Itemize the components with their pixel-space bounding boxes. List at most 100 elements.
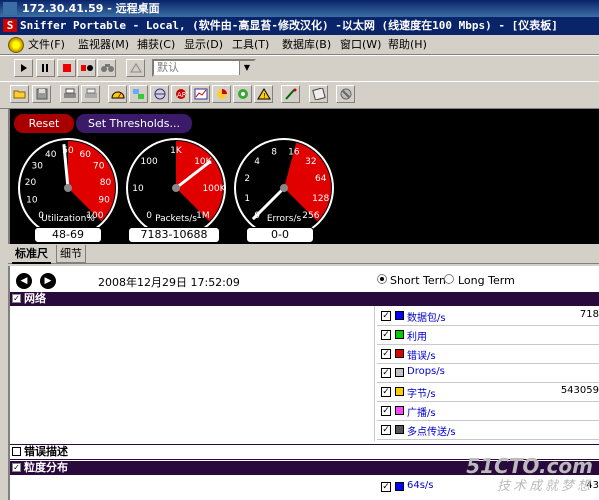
gauge-tick-label: 1M	[196, 211, 210, 221]
row-label: 64s/s	[407, 480, 434, 491]
print-icon[interactable]	[60, 85, 79, 103]
app-titlebar: S Sniffer Portable - Local, (软件由-高显苔-修改汉…	[0, 17, 599, 35]
dashboard-panel: Reset Set Thresholds... 0 10 20 30 40 50 60 70 8…	[8, 109, 599, 244]
checkbox-checked-icon[interactable]: ✓	[381, 311, 391, 321]
menu-database[interactable]: 数据库(B)	[282, 37, 331, 52]
view-tabs: 标准尺 细节	[8, 245, 599, 264]
color-swatch	[395, 311, 404, 320]
svg-text:ART: ART	[177, 91, 188, 99]
checkbox-checked-icon[interactable]: ✓	[381, 387, 391, 397]
protocol-dist-icon[interactable]	[212, 85, 231, 103]
gauge-tick-label: 10	[26, 196, 38, 206]
color-swatch	[395, 482, 404, 491]
expert-icon[interactable]	[281, 85, 300, 103]
pause-icon[interactable]	[36, 59, 55, 77]
menu-file[interactable]: 文件(F)	[28, 37, 65, 52]
stop-view-icon[interactable]	[77, 59, 96, 77]
gauge-tick-label: 0	[146, 211, 152, 221]
dashboard-icon[interactable]	[108, 85, 127, 103]
utilization-range-value: 48-69	[34, 227, 102, 243]
gauge-tick-label: 128	[312, 194, 329, 204]
list-item[interactable]: ✓ 利用	[377, 326, 599, 345]
gauge-tick-label: 40	[45, 150, 57, 160]
list-item[interactable]: ✓ 错误/s	[377, 345, 599, 364]
history-icon[interactable]	[191, 85, 210, 103]
open-icon[interactable]	[10, 85, 29, 103]
gauge-hub	[64, 184, 72, 192]
row-value: 543059	[560, 385, 599, 396]
alarm-icon[interactable]: !	[254, 85, 273, 103]
color-swatch	[395, 387, 404, 396]
global-stats-icon[interactable]	[233, 85, 252, 103]
set-thresholds-button[interactable]: Set Thresholds...	[76, 114, 192, 133]
checkbox-checked-icon[interactable]: ✓	[381, 482, 391, 492]
checkbox-checked-icon[interactable]: ✓	[381, 349, 391, 359]
filter-select[interactable]: 默认 ▼	[152, 59, 256, 77]
list-item[interactable]: ✓ Drops/s	[377, 364, 599, 383]
prev-arrow-icon[interactable]: ◀	[16, 273, 32, 289]
gauge-tick-label: 16	[288, 147, 300, 157]
checkbox-checked-icon[interactable]: ✓	[12, 294, 21, 303]
save-icon[interactable]	[32, 85, 51, 103]
menu-bar: 文件(F) 监视器(M) 捕获(C) 显示(D) 工具(T) 数据库(B) 窗口…	[0, 35, 599, 55]
size-dist-section-label: 粒度分布	[24, 461, 68, 474]
list-item[interactable]: ✓ 广播/s	[377, 402, 599, 421]
packets-range-value: 7183-10688	[128, 227, 220, 243]
row-label: 利用	[407, 332, 427, 343]
tab-detail[interactable]: 细节	[56, 245, 86, 263]
gauge-tick-label: 90	[98, 196, 110, 206]
gauge-tick-label: 60	[80, 150, 92, 160]
reset-icon[interactable]	[336, 85, 355, 103]
checkbox-checked-icon[interactable]: ✓	[381, 406, 391, 416]
color-swatch	[395, 368, 404, 377]
tab-gauge[interactable]: 标准尺	[12, 245, 51, 264]
row-label: 错误/s	[407, 351, 436, 362]
checkbox-checked-icon[interactable]: ✓	[12, 463, 21, 472]
list-item[interactable]: ✓ 字节/s 543059	[377, 383, 599, 402]
list-item[interactable]: ✓ 多点传送/s	[377, 421, 599, 440]
stop-icon[interactable]	[57, 59, 76, 77]
print-setup-icon[interactable]	[81, 85, 100, 103]
menu-display[interactable]: 显示(D)	[184, 37, 223, 52]
gauge-tick-label: 100	[141, 157, 158, 167]
sniffer-logo-icon: S	[3, 19, 17, 32]
remote-title: 172.30.41.59 - 远程桌面	[22, 2, 160, 15]
checkbox-unchecked-icon[interactable]	[12, 447, 21, 456]
checkbox-checked-icon[interactable]: ✓	[381, 425, 391, 435]
capture-filter-icon[interactable]	[126, 59, 145, 77]
menu-tools[interactable]: 工具(T)	[232, 37, 269, 52]
menu-help[interactable]: 帮助(H)	[388, 37, 427, 52]
remote-desktop-icon	[3, 2, 17, 15]
menu-window[interactable]: 窗口(W)	[340, 37, 381, 52]
row-label: Drops/s	[407, 366, 445, 377]
gauge-tick-label: 32	[305, 157, 316, 167]
matrix-icon[interactable]	[150, 85, 169, 103]
color-swatch	[395, 425, 404, 434]
address-book-icon[interactable]	[309, 85, 328, 103]
host-table-icon[interactable]	[129, 85, 148, 103]
network-section-header[interactable]: ✓ 网络	[10, 292, 599, 306]
next-arrow-icon[interactable]: ▶	[40, 273, 56, 289]
column-divider	[374, 306, 375, 441]
gauge-tick-label: 20	[25, 178, 37, 188]
art-icon[interactable]: ART	[171, 85, 190, 103]
error-desc-section-label: 错误描述	[24, 445, 68, 458]
gauge-name-label: Errors/s	[267, 214, 302, 224]
menu-monitor[interactable]: 监视器(M)	[78, 37, 129, 52]
chevron-down-icon[interactable]: ▼	[239, 61, 254, 75]
system-menu-icon[interactable]	[8, 37, 24, 53]
checkbox-checked-icon[interactable]: ✓	[381, 368, 391, 378]
watermark-slogan: 技术成就梦想	[496, 479, 593, 494]
reset-button[interactable]: Reset	[14, 114, 74, 133]
short-term-radio[interactable]	[377, 274, 387, 284]
row-label: 字节/s	[407, 389, 436, 400]
play-icon[interactable]	[14, 59, 33, 77]
binoculars-icon[interactable]	[97, 59, 116, 77]
checkbox-checked-icon[interactable]: ✓	[381, 330, 391, 340]
gauge-tick-label: 256	[302, 211, 319, 221]
menu-capture[interactable]: 捕获(C)	[137, 37, 175, 52]
gauge-tick-label: 100K	[202, 184, 226, 194]
long-term-radio[interactable]	[444, 274, 454, 284]
capture-toolbar: 默认 ▼	[0, 55, 599, 82]
list-item[interactable]: ✓ 数据包/s 718	[377, 307, 599, 326]
